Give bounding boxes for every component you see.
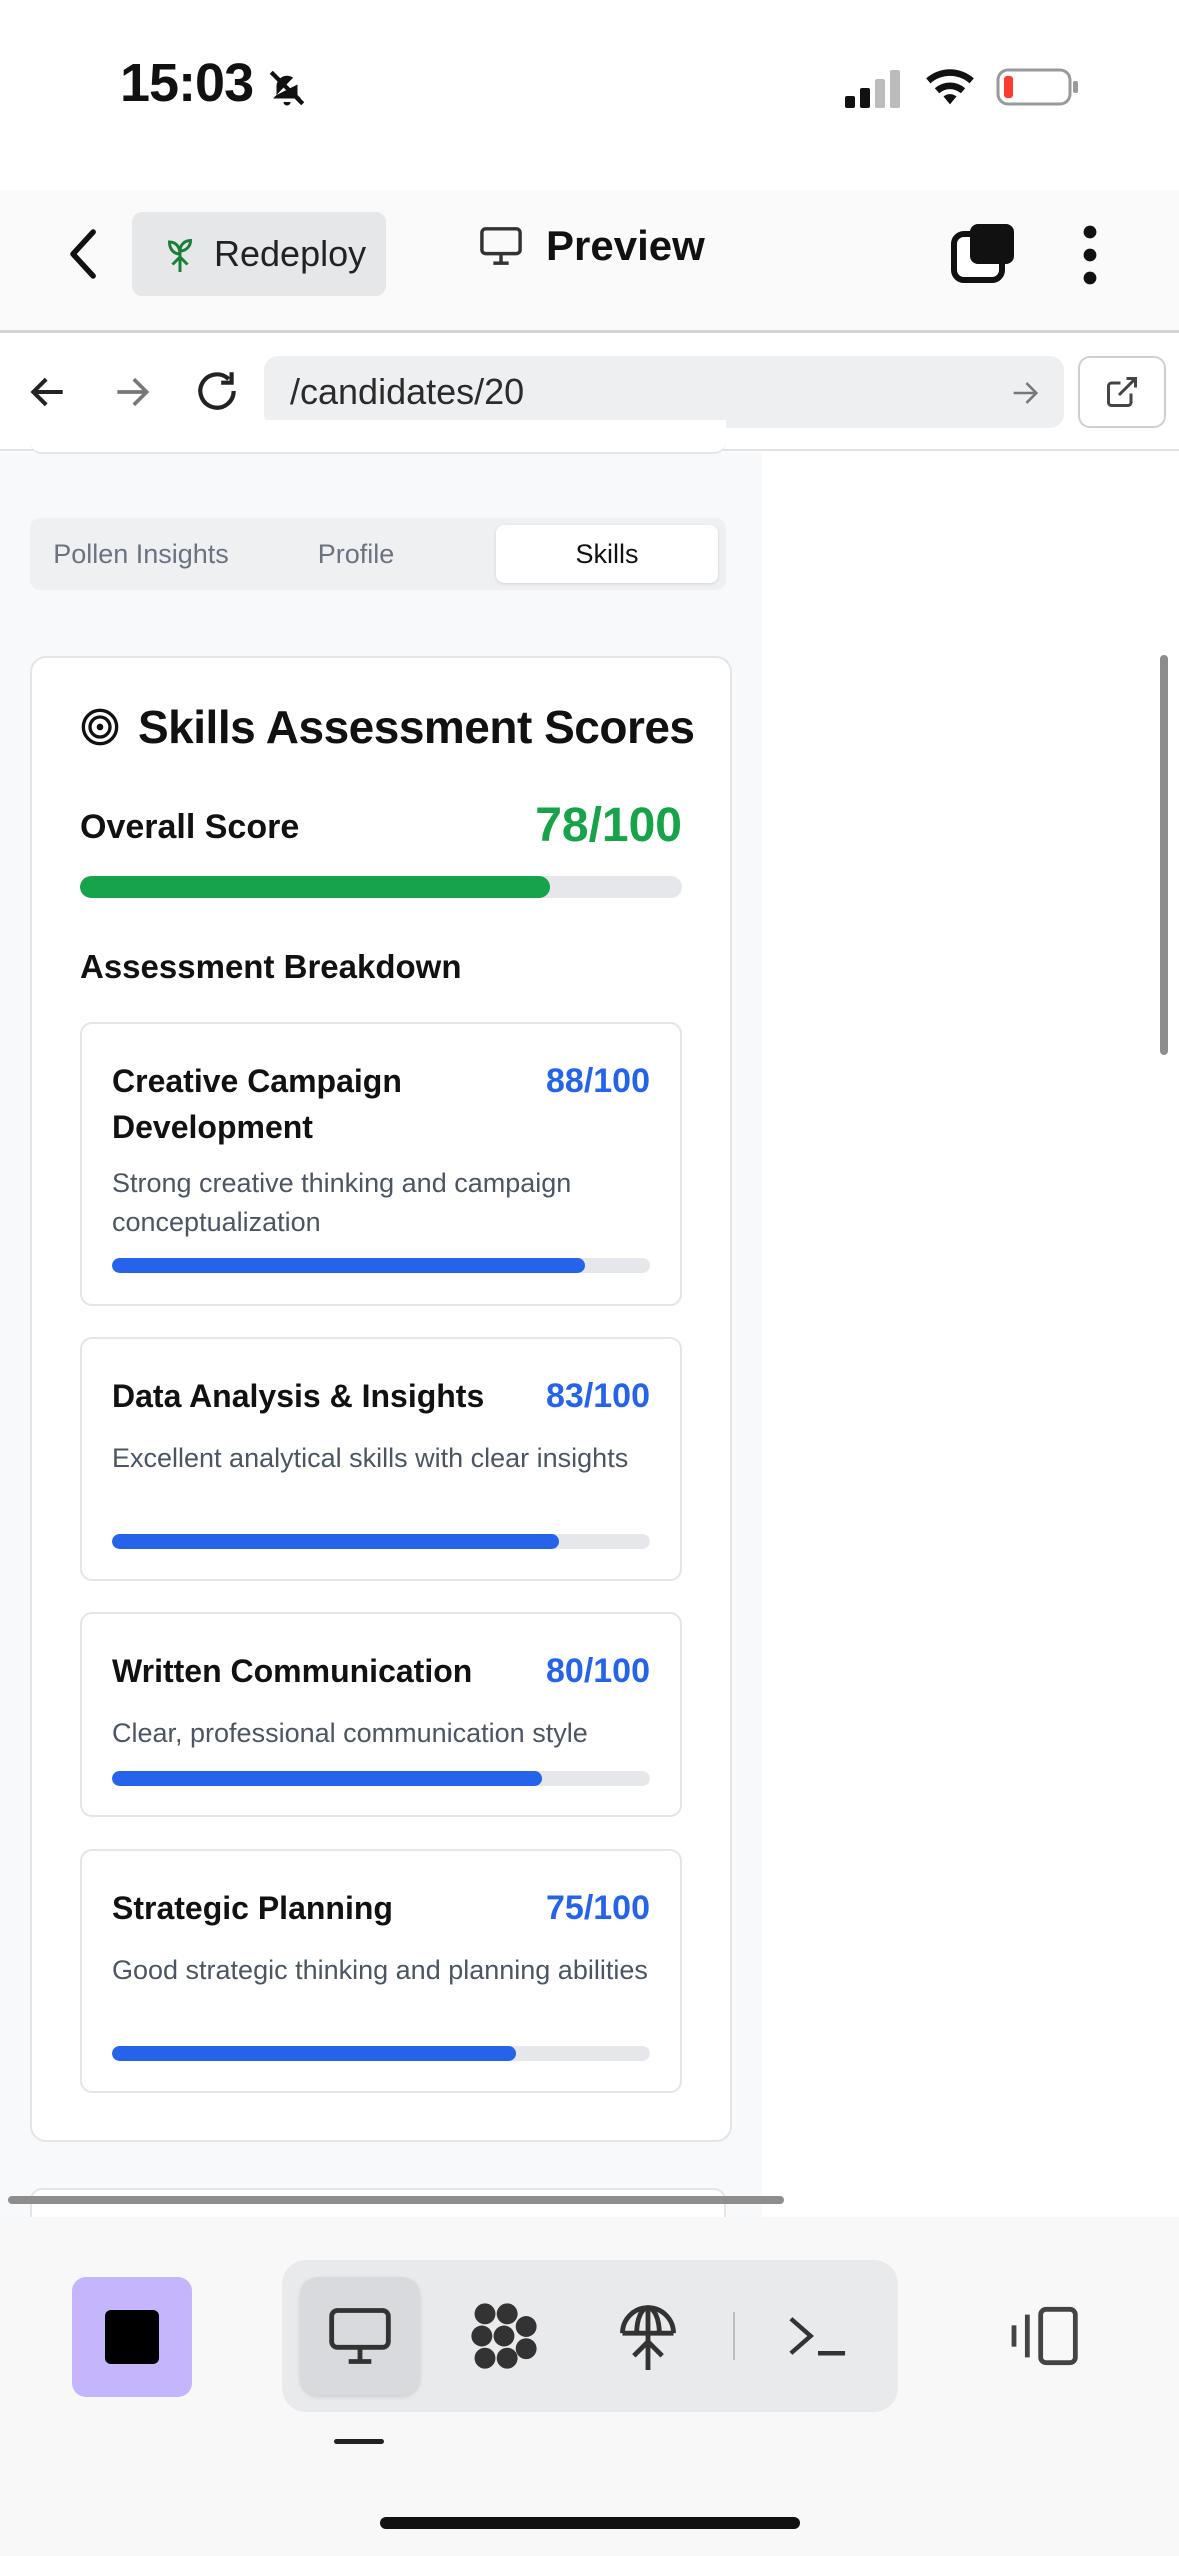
skill-description: Clear, professional communication style (112, 1718, 588, 1748)
stop-button[interactable] (72, 2277, 192, 2397)
skill-description: Good strategic thinking and planning abi… (112, 1955, 648, 1985)
skill-name: Data Analysis & Insights (112, 1378, 485, 1414)
deploy-icon (620, 2305, 676, 2370)
desktop-preview-icon (329, 2308, 391, 2364)
external-link-icon (1107, 377, 1137, 407)
skill-description: Excellent analytical skills with clear i… (112, 1443, 629, 1473)
skill-item: Creative Campaign Development 88/100 Str… (80, 1022, 682, 1306)
battery-low-icon (996, 68, 1078, 106)
open-external-button[interactable] (1078, 356, 1166, 428)
monitor-icon (480, 227, 522, 265)
previous-card-edge (30, 420, 726, 454)
vertical-scrollbar[interactable] (1160, 655, 1168, 1055)
skill-progress-fill (112, 2046, 516, 2061)
desktop-preview-button[interactable] (300, 2277, 420, 2395)
bell-slash-icon (269, 70, 305, 106)
redeploy-button[interactable]: Redeploy (132, 212, 386, 296)
workflow-icon (471, 2303, 537, 2369)
tab-pollen-insights[interactable]: Pollen Insights (38, 525, 244, 583)
skill-name: Written Communication (112, 1653, 473, 1689)
skill-progress-bar (112, 1534, 650, 1549)
skill-score: 83/100 (546, 1377, 650, 1415)
url-input[interactable]: /candidates/20 (264, 356, 1064, 428)
skill-progress-bar (112, 2046, 650, 2061)
breakdown-heading: Assessment Breakdown (80, 948, 462, 985)
split-panel-button[interactable] (986, 2277, 1106, 2395)
skill-item: Strategic Planning 75/100 Good strategic… (80, 1849, 682, 2093)
arrow-right-icon[interactable] (110, 370, 154, 414)
arrow-left-icon[interactable] (26, 370, 70, 414)
card-title-text: Skills Assessment Scores (138, 701, 695, 753)
skill-item: Data Analysis & Insights 83/100 Excellen… (80, 1337, 682, 1581)
chevron-left-icon[interactable] (62, 224, 106, 284)
deploy-button[interactable] (588, 2277, 708, 2395)
skill-progress-bar (112, 1258, 650, 1273)
go-arrow-icon[interactable] (1008, 376, 1042, 410)
more-vertical-icon[interactable] (1070, 222, 1110, 288)
tab-profile[interactable]: Profile (260, 525, 452, 583)
card-title: Skills Assessment Scores (80, 700, 695, 754)
terminal-icon (789, 2317, 846, 2356)
redeploy-label: Redeploy (214, 233, 367, 274)
workflow-button[interactable] (444, 2277, 564, 2395)
active-tool-indicator (334, 2439, 384, 2444)
skill-progress-bar (112, 1771, 650, 1786)
preview-label: Preview (546, 222, 705, 269)
wifi-icon (926, 69, 974, 105)
skill-score: 75/100 (546, 1889, 650, 1927)
status-time: 15:03 (120, 53, 254, 113)
overall-score-value: 78/100 (535, 799, 682, 852)
skill-name: Creative Campaign Development (112, 1063, 402, 1145)
target-icon (81, 708, 119, 746)
skill-progress-fill (112, 1771, 543, 1786)
skill-score: 88/100 (546, 1062, 650, 1100)
tab-skills[interactable]: Skills (496, 525, 718, 583)
terminal-button[interactable] (758, 2277, 878, 2395)
home-indicator[interactable] (380, 2517, 800, 2529)
tabs-icon[interactable] (950, 222, 1016, 284)
horizontal-scrollbar[interactable] (8, 2196, 784, 2204)
preview-toggle[interactable]: Preview (478, 222, 705, 270)
sprout-icon (167, 238, 193, 272)
overall-progress-fill (80, 876, 550, 898)
toolbar-separator (733, 2312, 735, 2360)
stop-icon (105, 2310, 159, 2364)
blank-area (762, 452, 1179, 2217)
skill-score: 80/100 (546, 1652, 650, 1690)
skill-progress-fill (112, 1534, 559, 1549)
skill-description: Strong creative thinking and campaign co… (112, 1168, 572, 1237)
overall-score-label: Overall Score (80, 808, 300, 846)
tab-list: Pollen Insights Profile Skills (30, 518, 726, 590)
split-panel-icon (1011, 2306, 1078, 2366)
skill-name: Strategic Planning (112, 1890, 393, 1926)
overall-progress-bar (80, 876, 682, 898)
reload-icon[interactable] (192, 366, 242, 416)
cellular-signal-icon (845, 70, 900, 108)
skill-item: Written Communication 80/100 Clear, prof… (80, 1612, 682, 1817)
skill-progress-fill (112, 1258, 586, 1273)
